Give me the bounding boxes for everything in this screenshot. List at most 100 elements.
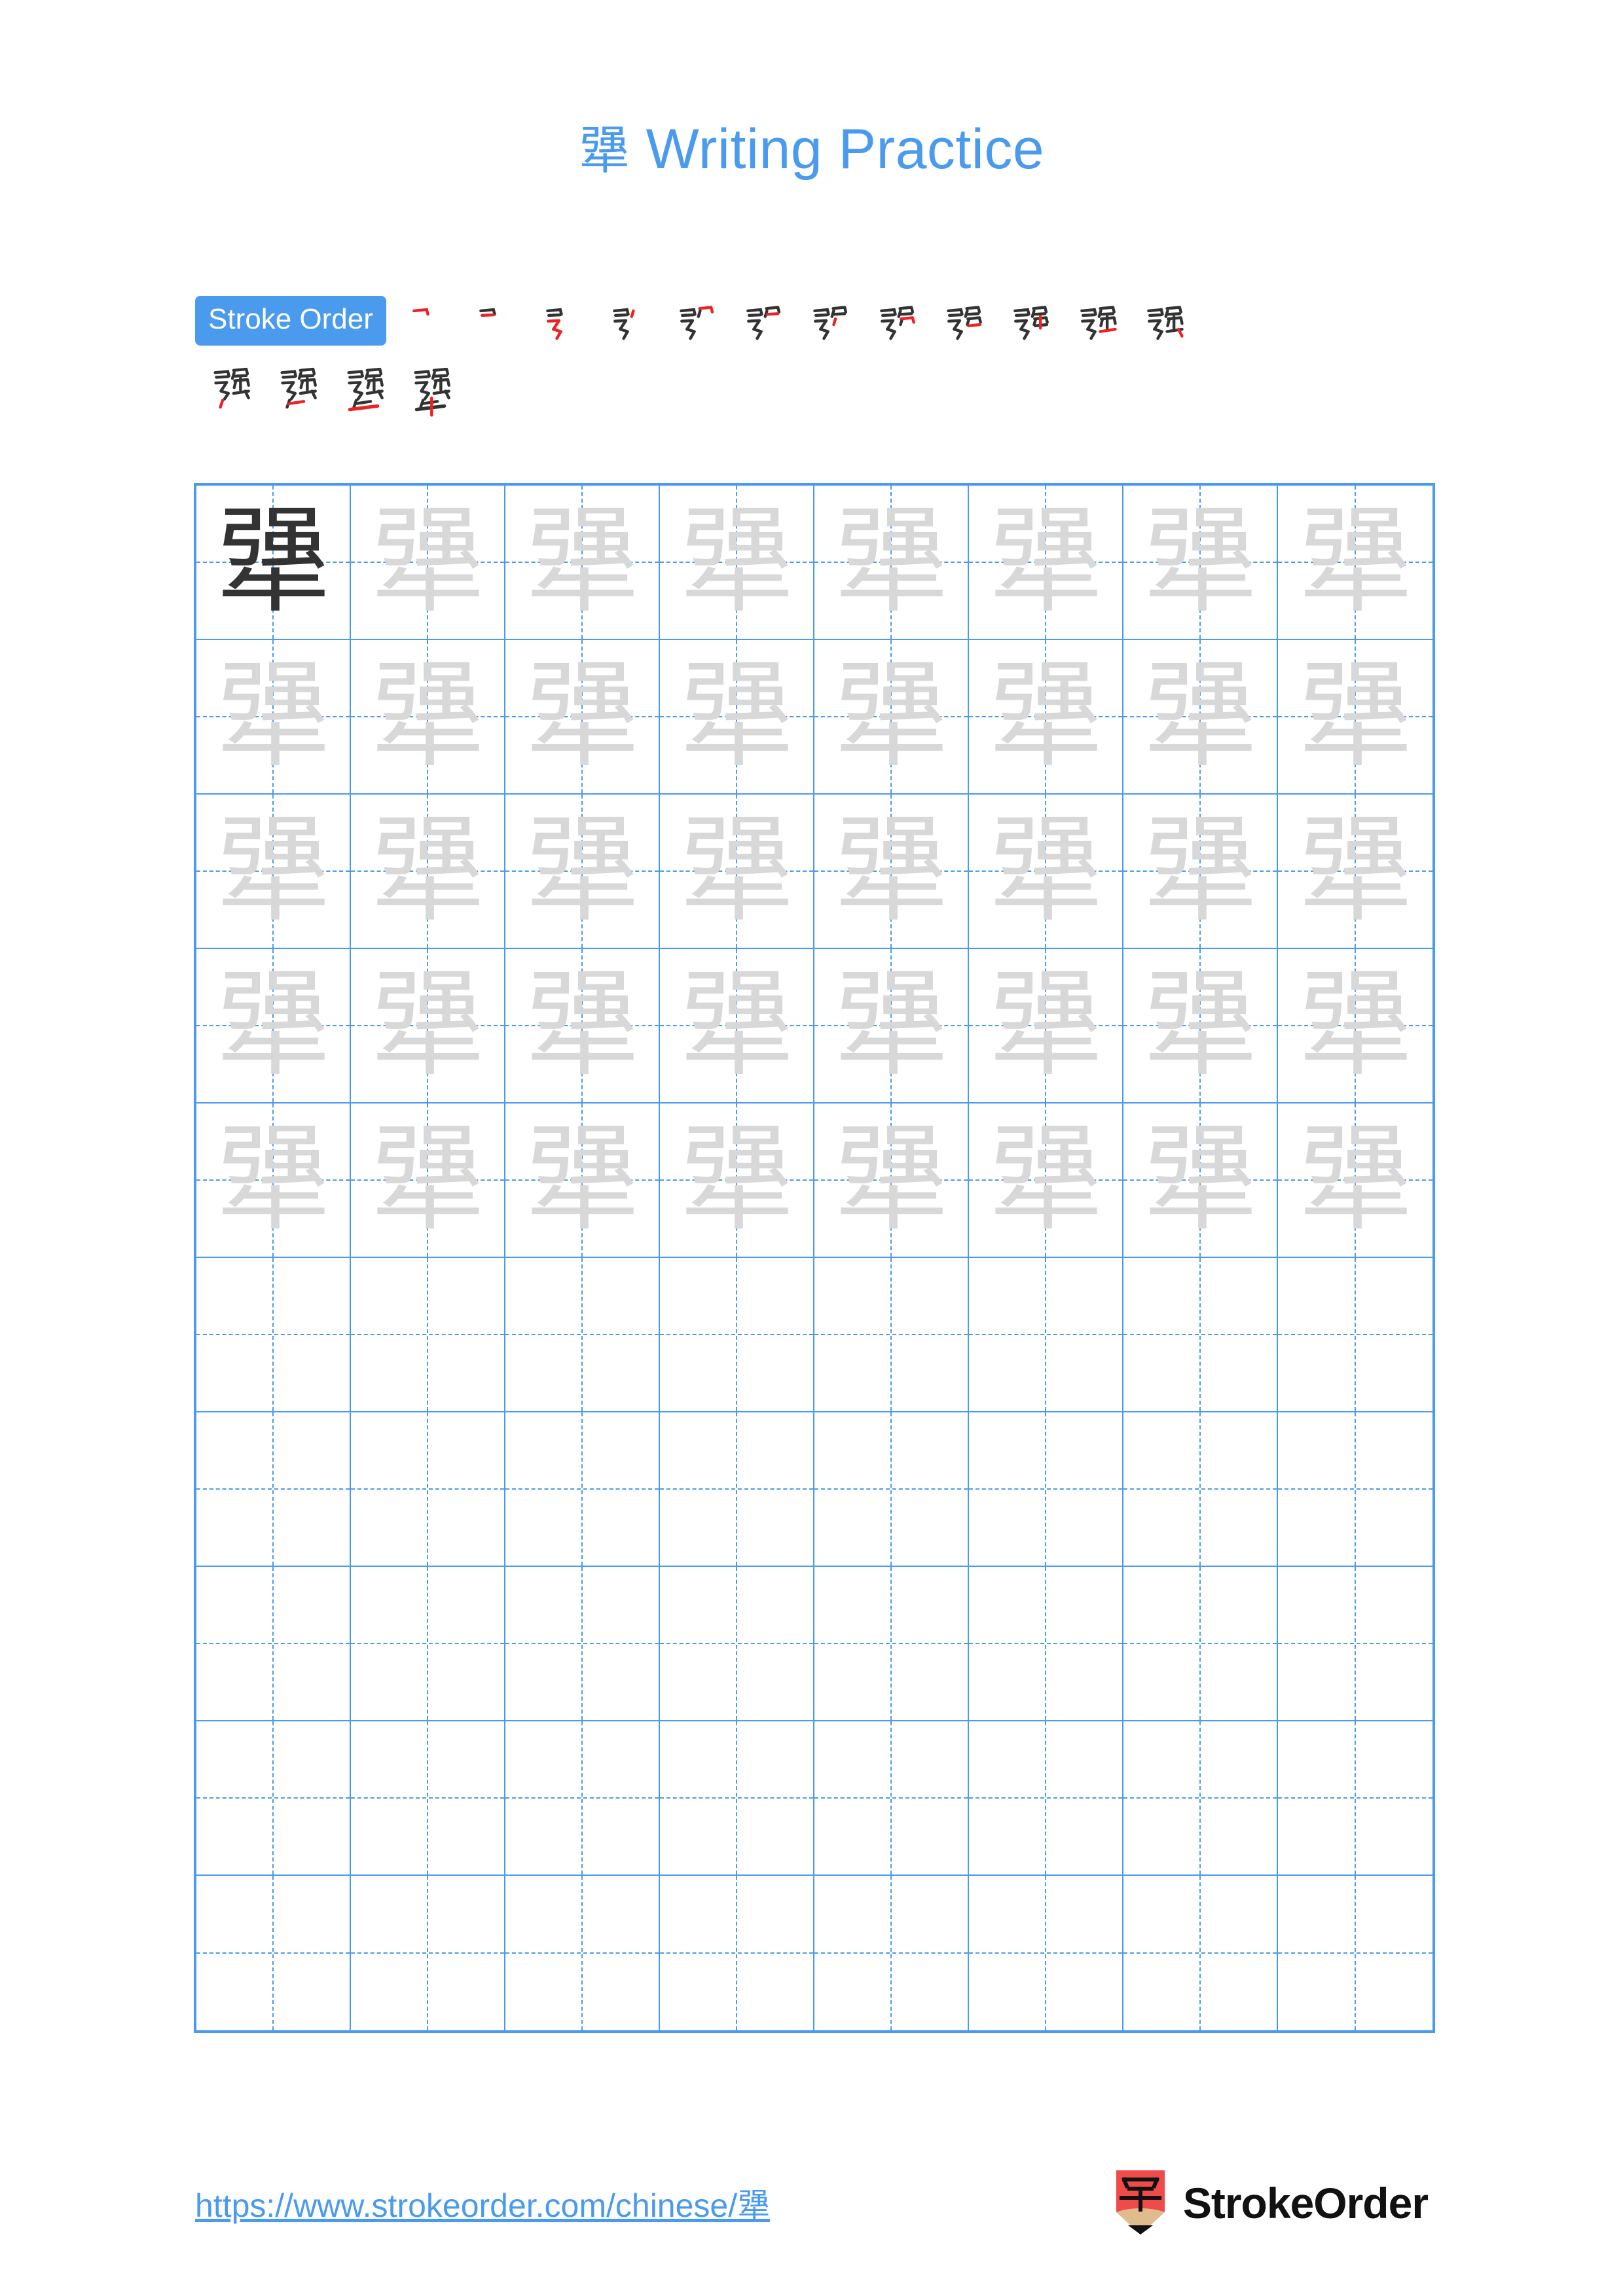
practice-cell[interactable]: 犟 <box>660 486 814 640</box>
practice-cell[interactable]: 犟 <box>1278 795 1432 949</box>
cell-guide-vertical <box>272 1567 274 1720</box>
practice-cell[interactable] <box>660 1258 814 1412</box>
practice-cell[interactable]: 犟 <box>1123 1103 1278 1258</box>
practice-cell[interactable]: 犟 <box>196 486 351 640</box>
cell-guide-horizontal <box>351 1952 504 1954</box>
practice-cell[interactable]: 犟 <box>351 949 505 1103</box>
practice-cell[interactable]: 犟 <box>196 640 351 795</box>
practice-cell[interactable] <box>351 1721 505 1876</box>
practice-cell[interactable]: 犟 <box>660 1103 814 1258</box>
practice-cell[interactable] <box>814 1721 969 1876</box>
practice-cell[interactable] <box>969 1567 1123 1721</box>
practice-cell[interactable] <box>969 1258 1123 1412</box>
practice-cell[interactable]: 犟 <box>1123 486 1278 640</box>
practice-cell[interactable] <box>196 1721 351 1876</box>
practice-cell[interactable] <box>505 1567 660 1721</box>
practice-cell[interactable] <box>1123 1258 1278 1412</box>
practice-cell[interactable]: 犟 <box>969 640 1123 795</box>
practice-cell[interactable] <box>1278 1567 1432 1721</box>
practice-cell[interactable] <box>660 1721 814 1876</box>
practice-cell[interactable]: 犟 <box>814 486 969 640</box>
practice-cell[interactable]: 犟 <box>1123 640 1278 795</box>
practice-cell[interactable]: 犟 <box>505 949 660 1103</box>
practice-cell[interactable] <box>814 1258 969 1412</box>
practice-cell[interactable] <box>351 1876 505 2030</box>
practice-cell[interactable]: 犟 <box>351 1103 505 1258</box>
practice-cell[interactable]: 犟 <box>196 795 351 949</box>
trace-character: 犟 <box>833 804 949 938</box>
practice-cell[interactable]: 犟 <box>660 949 814 1103</box>
practice-cell[interactable] <box>969 1412 1123 1567</box>
practice-cell[interactable]: 犟 <box>196 1103 351 1258</box>
practice-cell[interactable]: 犟 <box>1278 1103 1432 1258</box>
practice-cell[interactable]: 犟 <box>351 640 505 795</box>
practice-cell[interactable]: 犟 <box>660 640 814 795</box>
stroke-step-6 <box>731 296 788 353</box>
practice-cell[interactable] <box>1123 1567 1278 1721</box>
practice-cell[interactable]: 犟 <box>660 795 814 949</box>
practice-cell[interactable] <box>1278 1258 1432 1412</box>
practice-cell[interactable] <box>505 1721 660 1876</box>
practice-cell[interactable] <box>814 1412 969 1567</box>
practice-cell[interactable] <box>969 1876 1123 2030</box>
practice-cell[interactable] <box>660 1567 814 1721</box>
practice-cell[interactable]: 犟 <box>814 795 969 949</box>
cell-guide-vertical <box>890 1721 892 1874</box>
practice-cell[interactable]: 犟 <box>1278 486 1432 640</box>
practice-cell[interactable] <box>814 1567 969 1721</box>
practice-cell[interactable] <box>196 1412 351 1567</box>
practice-cell[interactable]: 犟 <box>1123 949 1278 1103</box>
practice-cell[interactable] <box>351 1258 505 1412</box>
practice-cell[interactable]: 犟 <box>1278 949 1432 1103</box>
practice-cell[interactable]: 犟 <box>969 949 1123 1103</box>
trace-character: 犟 <box>369 958 485 1092</box>
practice-cell[interactable] <box>196 1258 351 1412</box>
cell-guide-horizontal <box>196 1334 350 1335</box>
trace-character: 犟 <box>1297 958 1413 1092</box>
practice-cell[interactable]: 犟 <box>969 1103 1123 1258</box>
cell-guide-horizontal <box>505 1488 659 1490</box>
practice-cell[interactable] <box>969 1721 1123 1876</box>
practice-cell[interactable] <box>505 1876 660 2030</box>
practice-cell[interactable] <box>1123 1876 1278 2030</box>
practice-cell[interactable] <box>1123 1721 1278 1876</box>
practice-cell[interactable] <box>351 1567 505 1721</box>
practice-cell[interactable] <box>1123 1412 1278 1567</box>
practice-cell[interactable]: 犟 <box>351 795 505 949</box>
practice-cell[interactable]: 犟 <box>505 486 660 640</box>
practice-cell[interactable] <box>505 1412 660 1567</box>
stroke-step-10 <box>998 296 1055 353</box>
cell-guide-horizontal <box>351 1797 504 1799</box>
practice-cell[interactable] <box>351 1412 505 1567</box>
cell-guide-horizontal <box>969 1643 1122 1644</box>
practice-cell[interactable]: 犟 <box>505 795 660 949</box>
practice-cell[interactable]: 犟 <box>814 1103 969 1258</box>
practice-cell[interactable] <box>1278 1412 1432 1567</box>
practice-cell[interactable]: 犟 <box>1278 640 1432 795</box>
practice-cell[interactable]: 犟 <box>814 949 969 1103</box>
brand-logo-group[interactable]: StrokeOrder <box>1112 2169 1429 2237</box>
practice-cell[interactable]: 犟 <box>505 640 660 795</box>
stroke-step-12 <box>1131 296 1189 353</box>
practice-grid: 犟犟犟犟犟犟犟犟犟犟犟犟犟犟犟犟犟犟犟犟犟犟犟犟犟犟犟犟犟犟犟犟犟犟犟犟犟犟犟犟 <box>194 483 1435 2033</box>
practice-cell[interactable] <box>196 1876 351 2030</box>
footer-url-link[interactable]: https://www.strokeorder.com/chinese/犟 <box>195 2179 770 2227</box>
cell-guide-vertical <box>736 1567 737 1720</box>
practice-cell[interactable] <box>814 1876 969 2030</box>
cell-guide-vertical <box>581 1412 583 1566</box>
practice-cell[interactable] <box>660 1412 814 1567</box>
practice-cell[interactable]: 犟 <box>969 486 1123 640</box>
practice-cell[interactable]: 犟 <box>351 486 505 640</box>
practice-cell[interactable]: 犟 <box>814 640 969 795</box>
practice-cell[interactable] <box>505 1258 660 1412</box>
practice-cell[interactable]: 犟 <box>969 795 1123 949</box>
practice-cell[interactable]: 犟 <box>505 1103 660 1258</box>
practice-cell[interactable]: 犟 <box>1123 795 1278 949</box>
trace-character: 犟 <box>987 958 1103 1092</box>
page-title-text: Writing Practice <box>646 118 1045 181</box>
practice-cell[interactable] <box>1278 1876 1432 2030</box>
practice-cell[interactable]: 犟 <box>196 949 351 1103</box>
practice-cell[interactable] <box>196 1567 351 1721</box>
practice-cell[interactable] <box>660 1876 814 2030</box>
practice-cell[interactable] <box>1278 1721 1432 1876</box>
